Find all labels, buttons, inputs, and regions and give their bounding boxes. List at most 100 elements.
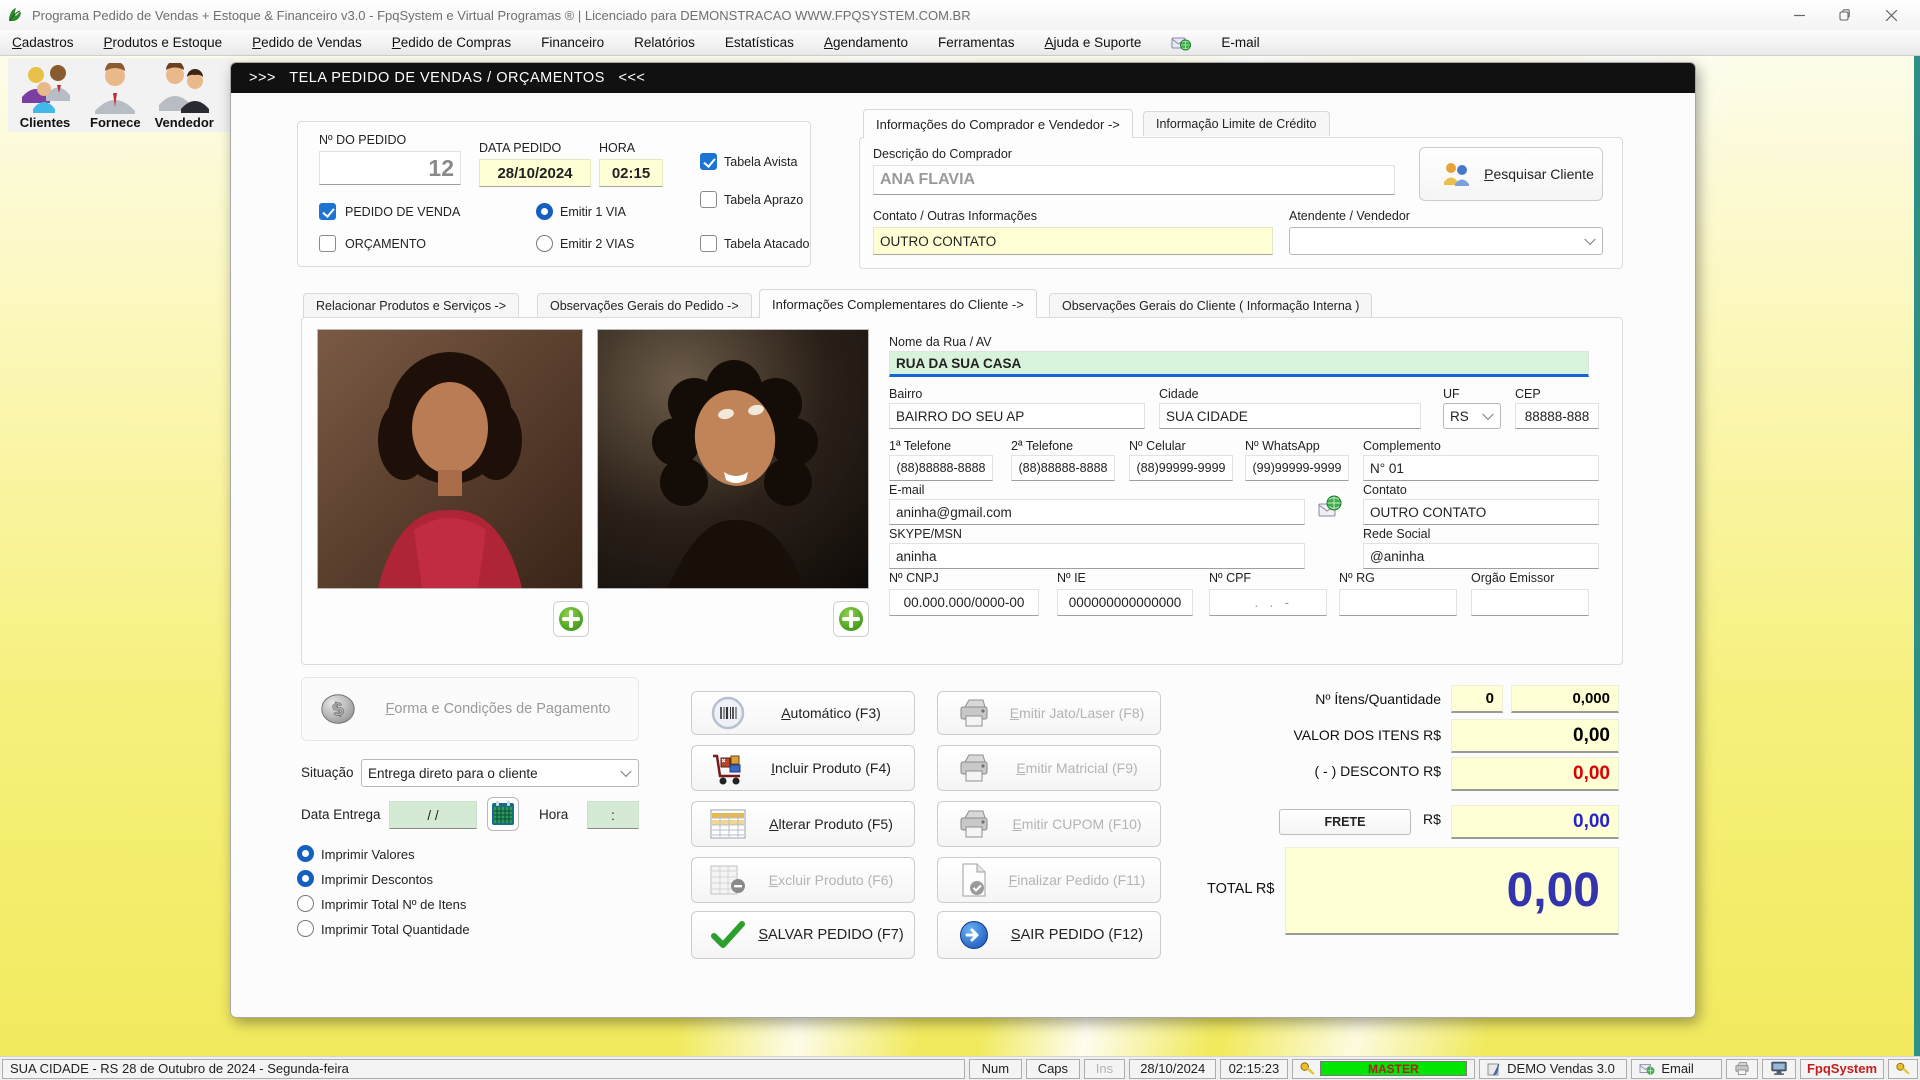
complemento-field[interactable]: N° 01 [1363, 455, 1599, 481]
tab-limite-credito[interactable]: Informação Limite de Crédito [1143, 111, 1330, 136]
emitir-2vias-radio[interactable] [536, 235, 553, 252]
status-email[interactable]: Email [1631, 1058, 1723, 1079]
alterar-produto-button[interactable]: Alterar Produto (F5) [691, 801, 915, 847]
menu-estatisticas[interactable]: Estatísticas [725, 35, 794, 50]
pesquisar-cliente-button[interactable]: Pesquisar Cliente [1419, 147, 1603, 201]
finalizar-pedido-button[interactable]: Finalizar Pedido (F11) [937, 857, 1161, 903]
tab-observacoes-cliente[interactable]: Observações Gerais do Cliente ( Informaç… [1049, 293, 1373, 318]
tab-informacoes-complementares[interactable]: Informações Complementares do Cliente -> [759, 289, 1037, 318]
orcamento-checkbox[interactable] [319, 235, 336, 252]
status-demo: DEMO Vendas 3.0 [1479, 1058, 1628, 1079]
toolbar-clientes-button[interactable]: Clientes [14, 60, 76, 130]
situacao-value: Entrega direto para o cliente [368, 765, 538, 781]
excluir-produto-button[interactable]: Excluir Produto (F6) [691, 857, 915, 903]
frete-button[interactable]: FRETE [1279, 809, 1411, 835]
mail-globe-icon[interactable] [1171, 34, 1192, 52]
cnpj-field[interactable]: 00.000.000/0000-00 [889, 589, 1039, 616]
skype-label: SKYPE/MSN [889, 527, 962, 541]
tab-observacoes-pedido[interactable]: Observações Gerais do Pedido -> [537, 293, 752, 318]
tab-informacoes-comprador[interactable]: Informações do Comprador e Vendedor -> [863, 109, 1133, 138]
tabela-atacado-checkbox[interactable] [700, 235, 717, 252]
celular-field[interactable]: (88)99999-9999 [1129, 455, 1233, 481]
tel2-field[interactable]: (88)88888-8888 [1011, 455, 1115, 481]
cep-field[interactable]: 88888-888 [1515, 403, 1599, 429]
situacao-select[interactable]: Entrega direto para o cliente [361, 759, 639, 787]
data-pedido-field[interactable]: 28/10/2024 [479, 159, 591, 187]
menu-relatorios[interactable]: Relatórios [634, 35, 695, 50]
cpf-field[interactable]: . . - [1209, 589, 1327, 616]
status-brand: FpqSystem [1800, 1058, 1884, 1079]
status-monitor[interactable] [1762, 1058, 1796, 1079]
title-bar: Programa Pedido de Vendas + Estoque & Fi… [0, 0, 1920, 30]
salvar-pedido-button[interactable]: SALVAR PEDIDO (F7) [691, 911, 915, 959]
emitir-cupom-label: Emitir CUPOM (F10) [1012, 816, 1142, 832]
total-field: 0,00 [1285, 847, 1619, 935]
frete-label: FRETE [1324, 815, 1366, 829]
menu-ferramentas[interactable]: Ferramentas [938, 35, 1015, 50]
emitir-matricial-button[interactable]: Emitir Matricial (F9) [937, 745, 1161, 791]
menu-agendamento[interactable]: Agendamento [824, 35, 908, 50]
atendente-vendedor-select[interactable] [1289, 227, 1603, 255]
skype-field[interactable]: aninha [889, 543, 1305, 569]
close-button[interactable] [1868, 0, 1914, 30]
calendar-button[interactable] [487, 797, 519, 831]
rg-field[interactable] [1339, 589, 1457, 616]
imprimir-descontos-radio[interactable] [297, 870, 314, 887]
add-photo-2-button[interactable] [833, 601, 869, 637]
status-printer[interactable] [1726, 1058, 1759, 1079]
menu-financeiro[interactable]: Financeiro [541, 35, 604, 50]
tabela-avista-checkbox[interactable] [700, 153, 717, 170]
status-caps: Caps [1026, 1058, 1080, 1079]
bairro-field[interactable]: BAIRRO DO SEU AP [889, 403, 1145, 429]
imprimir-total-quantidade-radio[interactable] [297, 920, 314, 937]
whatsapp-field[interactable]: (99)99999-9999 [1245, 455, 1349, 481]
menu-email[interactable]: E-mail [1221, 35, 1259, 50]
cidade-label: Cidade [1159, 387, 1199, 401]
emitir-jato-button[interactable]: Emitir Jato/Laser (F8) [937, 691, 1161, 735]
forma-pagamento-button[interactable]: $ Forma e Condições de Pagamento [301, 677, 639, 741]
descricao-comprador-field[interactable]: ANA FLAVIA [873, 165, 1395, 195]
ie-field[interactable]: 000000000000000 [1057, 589, 1193, 616]
imprimir-descontos-label: Imprimir Descontos [321, 872, 433, 887]
menu-pedido-compras[interactable]: Pedido de Compras [392, 35, 511, 50]
pedido-venda-checkbox[interactable] [319, 203, 336, 220]
email-field[interactable]: aninha@gmail.com [889, 499, 1305, 525]
minimize-button[interactable] [1776, 0, 1822, 30]
customer-photo-1 [317, 329, 583, 589]
incluir-produto-button[interactable]: Incluir Produto (F4) [691, 745, 915, 791]
send-email-icon[interactable] [1317, 495, 1343, 526]
imprimir-total-itens-radio[interactable] [297, 895, 314, 912]
tab-relacionar-produtos[interactable]: Relacionar Produtos e Serviços -> [303, 293, 520, 318]
emitir-cupom-button[interactable]: Emitir CUPOM (F10) [937, 801, 1161, 847]
rede-social-field[interactable]: @aninha [1363, 543, 1599, 569]
numero-pedido-field[interactable]: 12 [319, 151, 461, 185]
menu-produtos-estoque[interactable]: Produtos e Estoque [104, 35, 223, 50]
uf-select[interactable]: RS [1443, 403, 1501, 429]
menu-ajuda-suporte[interactable]: Ajuda e Suporte [1045, 35, 1142, 50]
sair-pedido-button[interactable]: SAIR PEDIDO (F12) [937, 911, 1161, 959]
hora-pedido-field[interactable]: 02:15 [599, 159, 663, 187]
pedido-vendas-dialog: >>> TELA PEDIDO DE VENDAS / ORÇAMENTOS <… [230, 62, 1696, 1018]
imprimir-total-quantidade-label: Imprimir Total Quantidade [321, 922, 470, 937]
data-entrega-field[interactable]: / / [389, 801, 477, 829]
emitir-1via-radio[interactable] [536, 203, 553, 220]
dialog-header: >>> TELA PEDIDO DE VENDAS / ORÇAMENTOS <… [231, 63, 1695, 93]
hora-entrega-field[interactable]: : [587, 801, 639, 829]
maximize-button[interactable] [1822, 0, 1868, 30]
pesquisar-cliente-label: Pesquisar Cliente [1484, 166, 1594, 182]
toolbar-fornecedor-button[interactable]: Fornece [90, 60, 141, 130]
menu-pedido-vendas[interactable]: Pedido de Vendas [252, 35, 362, 50]
toolbar-vendedor-button[interactable]: Vendedor [155, 60, 214, 130]
automatico-button[interactable]: Automático (F3) [691, 691, 915, 735]
status-key[interactable] [1888, 1058, 1918, 1079]
menu-cadastros[interactable]: Cadastros [12, 35, 74, 50]
tel1-field[interactable]: (88)88888-8888 [889, 455, 993, 481]
add-photo-1-button[interactable] [553, 601, 589, 637]
contato-outras-field[interactable]: OUTRO CONTATO [873, 227, 1273, 255]
imprimir-valores-radio[interactable] [297, 845, 314, 862]
cidade-field[interactable]: SUA CIDADE [1159, 403, 1421, 429]
orgao-emissor-field[interactable] [1471, 589, 1589, 616]
contato-field[interactable]: OUTRO CONTATO [1363, 499, 1599, 525]
rua-field[interactable]: RUA DA SUA CASA [889, 351, 1589, 377]
tabela-aprazo-checkbox[interactable] [700, 191, 717, 208]
